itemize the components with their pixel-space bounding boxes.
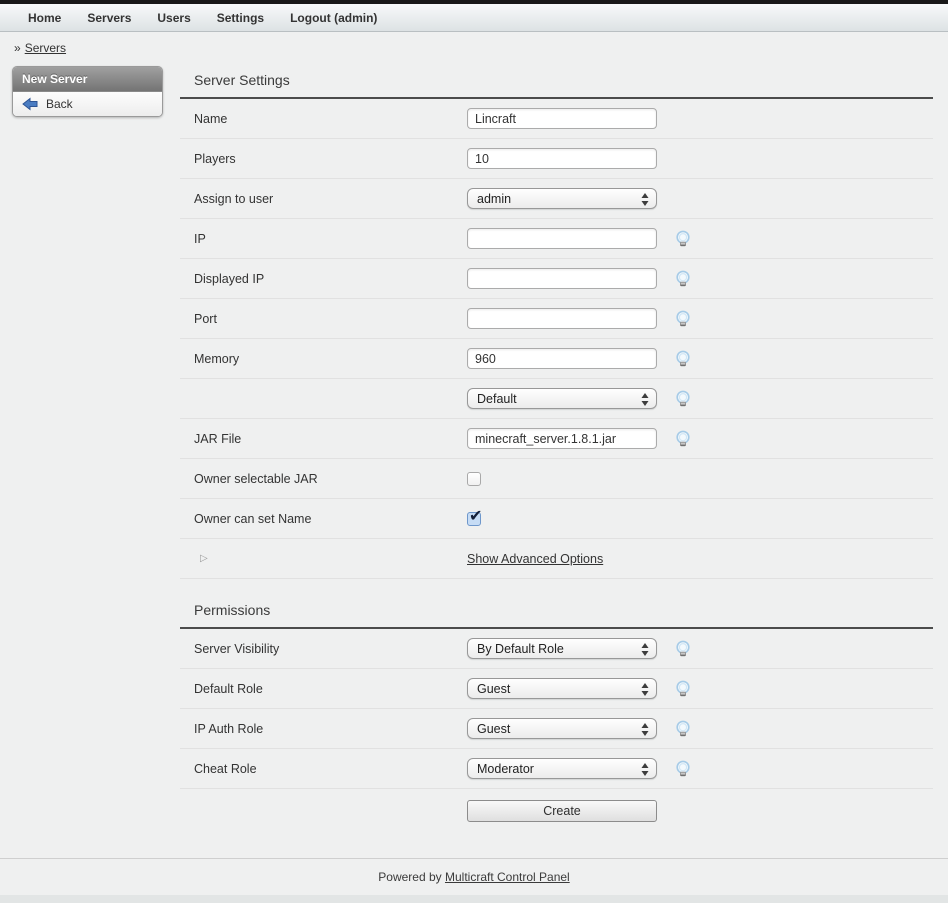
displayed-ip-label: Displayed IP (180, 272, 467, 286)
breadcrumb-link-servers[interactable]: Servers (25, 41, 66, 55)
name-input[interactable] (467, 108, 657, 129)
assign-to-user-selected: admin (477, 192, 511, 206)
back-label: Back (46, 97, 73, 111)
default-role-select[interactable]: Guest (467, 678, 657, 699)
breadcrumb-symbol: » (14, 41, 21, 55)
ip-auth-role-label: IP Auth Role (180, 722, 467, 736)
name-label: Name (180, 112, 467, 126)
memory-label: Memory (180, 352, 467, 366)
ip-auth-role-select[interactable]: Guest (467, 718, 657, 739)
row-advanced-options: ▷ Show Advanced Options (180, 539, 933, 579)
owner-selectable-jar-checkbox[interactable] (467, 472, 481, 486)
displayed-ip-input[interactable] (467, 268, 657, 289)
row-create: Create (180, 789, 933, 833)
permissions-heading: Permissions (180, 596, 933, 629)
server-visibility-label: Server Visibility (180, 642, 467, 656)
select-arrows-icon (641, 643, 649, 659)
nav-item-logout[interactable]: Logout (admin) (290, 11, 377, 25)
bottom-strip (0, 895, 948, 903)
select-arrows-icon (641, 193, 649, 209)
default-role-label: Default Role (180, 682, 467, 696)
row-default-role: Default Role Guest (180, 669, 933, 709)
show-advanced-options-link[interactable]: Show Advanced Options (467, 552, 603, 566)
cheat-role-help-bulb-icon[interactable] (674, 760, 692, 778)
select-arrows-icon (641, 723, 649, 739)
players-label: Players (180, 152, 467, 166)
jar-file-input[interactable] (467, 428, 657, 449)
nav-item-home[interactable]: Home (28, 11, 61, 25)
breadcrumb: » Servers (0, 32, 948, 55)
ip-label: IP (180, 232, 467, 246)
row-name: Name (180, 99, 933, 139)
port-label: Port (180, 312, 467, 326)
port-help-bulb-icon[interactable] (674, 310, 692, 328)
ip-help-bulb-icon[interactable] (674, 230, 692, 248)
displayed-ip-help-bulb-icon[interactable] (674, 270, 692, 288)
memory-input[interactable] (467, 348, 657, 369)
main-nav: Home Servers Users Settings Logout (admi… (0, 4, 948, 32)
row-port: Port (180, 299, 933, 339)
powered-by-text: Powered by (378, 870, 445, 884)
assign-to-user-select[interactable]: admin (467, 188, 657, 209)
row-jar-file: JAR File (180, 419, 933, 459)
ip-auth-role-selected: Guest (477, 722, 510, 736)
row-owner-selectable-jar: Owner selectable JAR (180, 459, 933, 499)
footer: Powered by Multicraft Control Panel (0, 858, 948, 884)
default-role-help-bulb-icon[interactable] (674, 680, 692, 698)
server-settings-heading: Server Settings (180, 66, 933, 99)
cheat-role-select[interactable]: Moderator (467, 758, 657, 779)
row-memory: Memory (180, 339, 933, 379)
row-ip: IP (180, 219, 933, 259)
memory-preset-select[interactable]: Default (467, 388, 657, 409)
server-visibility-help-bulb-icon[interactable] (674, 640, 692, 658)
side-menu: New Server Back (12, 66, 163, 117)
row-players: Players (180, 139, 933, 179)
row-cheat-role: Cheat Role Moderator (180, 749, 933, 789)
nav-item-servers[interactable]: Servers (87, 11, 131, 25)
nav-item-settings[interactable]: Settings (217, 11, 264, 25)
memory-preset-help-bulb-icon[interactable] (674, 390, 692, 408)
back-arrow-icon (22, 97, 38, 111)
memory-preset-selected: Default (477, 392, 517, 406)
nav-item-users[interactable]: Users (157, 11, 190, 25)
default-role-selected: Guest (477, 682, 510, 696)
advanced-collapse-triangle-icon[interactable]: ▷ (180, 553, 467, 564)
owner-selectable-jar-label: Owner selectable JAR (180, 472, 467, 486)
memory-help-bulb-icon[interactable] (674, 350, 692, 368)
ip-auth-role-help-bulb-icon[interactable] (674, 720, 692, 738)
cheat-role-label: Cheat Role (180, 762, 467, 776)
port-input[interactable] (467, 308, 657, 329)
owner-can-set-name-label: Owner can set Name (180, 512, 467, 526)
select-arrows-icon (641, 763, 649, 779)
assign-to-user-label: Assign to user (180, 192, 467, 206)
row-ip-auth-role: IP Auth Role Guest (180, 709, 933, 749)
server-visibility-select[interactable]: By Default Role (467, 638, 657, 659)
ip-input[interactable] (467, 228, 657, 249)
row-server-visibility: Server Visibility By Default Role (180, 629, 933, 669)
row-assign-to-user: Assign to user admin (180, 179, 933, 219)
multicraft-link[interactable]: Multicraft Control Panel (445, 870, 570, 884)
main-content: Server Settings Name Players Assign to u… (180, 66, 933, 833)
jar-file-help-bulb-icon[interactable] (674, 430, 692, 448)
select-arrows-icon (641, 393, 649, 409)
row-displayed-ip: Displayed IP (180, 259, 933, 299)
side-menu-title: New Server (13, 67, 162, 92)
jar-file-label: JAR File (180, 432, 467, 446)
row-memory-preset: Default (180, 379, 933, 419)
create-button[interactable]: Create (467, 800, 657, 822)
row-owner-can-set-name: Owner can set Name (180, 499, 933, 539)
select-arrows-icon (641, 683, 649, 699)
owner-can-set-name-checkbox[interactable] (467, 512, 481, 526)
server-visibility-selected: By Default Role (477, 642, 564, 656)
back-button[interactable]: Back (13, 92, 162, 116)
cheat-role-selected: Moderator (477, 762, 534, 776)
players-input[interactable] (467, 148, 657, 169)
